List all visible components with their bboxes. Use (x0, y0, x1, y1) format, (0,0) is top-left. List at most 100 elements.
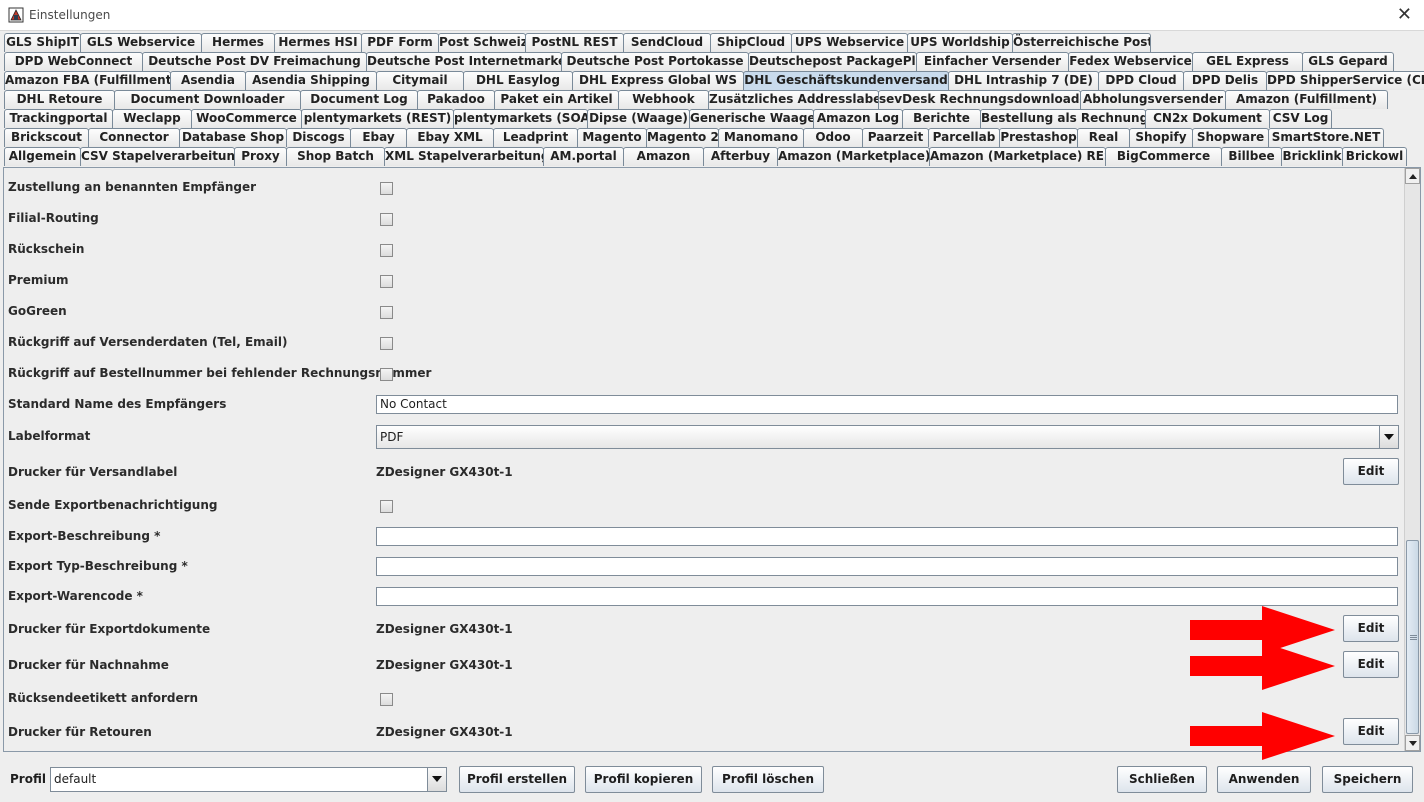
tab[interactable]: AM.portal (543, 147, 624, 166)
tab[interactable]: Leadprint (493, 128, 578, 147)
tab[interactable]: Abholungsversender (1080, 90, 1226, 109)
edit-versandlabel-printer-button[interactable]: Edit (1343, 458, 1399, 485)
tab[interactable]: Hermes HSI (274, 33, 362, 52)
tab[interactable]: DHL Geschäftskundenversand (743, 71, 949, 90)
vertical-scrollbar[interactable] (1404, 168, 1420, 751)
tab[interactable]: Connector (88, 128, 180, 147)
tab[interactable]: Zusätzliches Addresslabel (708, 90, 879, 109)
tab[interactable]: Asendia (170, 71, 246, 90)
tab[interactable]: Shop Batch (286, 147, 385, 166)
tab[interactable]: CSV Stapelverarbeitung (80, 147, 235, 166)
premium-checkbox[interactable] (380, 275, 393, 288)
tab[interactable]: Deutschepost PackagePlus (748, 52, 917, 71)
tab[interactable]: Proxy (234, 147, 287, 166)
dropdown-button[interactable] (1379, 426, 1398, 448)
tab[interactable]: Österreichische Post (1012, 33, 1151, 52)
anwenden-button[interactable]: Anwenden (1217, 766, 1311, 793)
tab[interactable]: GEL Express (1192, 52, 1303, 71)
scroll-down-button[interactable] (1405, 735, 1420, 751)
tab[interactable]: Deutsche Post Internetmarke (366, 52, 562, 71)
tab[interactable]: GLS Webservice (80, 33, 202, 52)
schliessen-button[interactable]: Schließen (1117, 766, 1207, 793)
tab[interactable]: SmartStore.NET (1268, 128, 1384, 147)
tab[interactable]: Ebay (350, 128, 407, 147)
tab[interactable]: Amazon Log (813, 109, 903, 128)
tab[interactable]: CSV Log (1269, 109, 1332, 128)
tab[interactable]: UPS Worldship (907, 33, 1013, 52)
tab[interactable]: Database Shop (179, 128, 287, 147)
tab[interactable]: Dipse (Waage) (587, 109, 690, 128)
ruecksendeetikett-checkbox[interactable] (380, 693, 393, 706)
tab[interactable]: Odoo (803, 128, 863, 147)
profil-select[interactable]: default (50, 767, 447, 792)
tab[interactable]: plentymarkets (SOAP) (453, 109, 588, 128)
tab[interactable]: Brickscout (4, 128, 89, 147)
tab[interactable]: Shopware (1192, 128, 1269, 147)
tab[interactable]: Generische Waage (689, 109, 814, 128)
tab[interactable]: DHL Easylog (463, 71, 573, 90)
export-typ-input[interactable] (376, 557, 1398, 576)
tab[interactable]: Document Log (300, 90, 418, 109)
speichern-button[interactable]: Speichern (1322, 766, 1413, 793)
tab[interactable]: Prestashop (999, 128, 1078, 147)
tab[interactable]: DHL Intraship 7 (DE) (948, 71, 1099, 90)
tab[interactable]: GLS Gepard (1302, 52, 1394, 71)
tab[interactable]: Allgemein (4, 147, 81, 166)
tab[interactable]: Ebay XML (406, 128, 494, 147)
tab[interactable]: Asendia Shipping (245, 71, 377, 90)
tab[interactable]: DPD ShipperService (CH) (1266, 71, 1424, 90)
tab[interactable]: Fedex Webservice (1068, 52, 1193, 71)
edit-retouren-printer-button[interactable]: Edit (1343, 718, 1399, 745)
tab[interactable]: DPD WebConnect (4, 52, 143, 71)
tab[interactable]: Post Schweiz (438, 33, 526, 52)
tab[interactable]: XML Stapelverarbeitung (384, 147, 544, 166)
tab[interactable]: BigCommerce (1105, 147, 1222, 166)
tab[interactable]: GLS ShipIT (4, 33, 81, 52)
tab[interactable]: Hermes (201, 33, 275, 52)
tab[interactable]: DHL Retoure (4, 90, 115, 109)
profil-kopieren-button[interactable]: Profil kopieren (585, 766, 702, 793)
tab[interactable]: Webhook (618, 90, 709, 109)
rueckgriff-tel-checkbox[interactable] (380, 337, 393, 350)
tab[interactable]: ShipCloud (710, 33, 792, 52)
labelformat-select[interactable]: PDF (376, 425, 1399, 449)
tab[interactable]: Amazon (Marketplace) (777, 147, 930, 166)
edit-export-printer-button[interactable]: Edit (1343, 615, 1399, 642)
tab[interactable]: Weclapp (112, 109, 192, 128)
tab[interactable]: Real (1077, 128, 1130, 147)
tab[interactable]: Bricklink (1281, 147, 1343, 166)
tab[interactable]: Amazon FBA (Fulfillment) (4, 71, 171, 90)
rueckschein-checkbox[interactable] (380, 244, 393, 257)
tab[interactable]: PostNL REST (525, 33, 624, 52)
edit-nachnahme-printer-button[interactable]: Edit (1343, 651, 1399, 678)
tab[interactable]: Paarzeit (862, 128, 929, 147)
tab[interactable]: plentymarkets (REST) (301, 109, 454, 128)
tab[interactable]: DPD Cloud (1098, 71, 1184, 90)
tab[interactable]: PDF Form (361, 33, 439, 52)
tab[interactable]: Afterbuy (703, 147, 778, 166)
profil-erstellen-button[interactable]: Profil erstellen (459, 766, 575, 793)
dropdown-button[interactable] (427, 768, 446, 791)
tab[interactable]: Paket ein Artikel (494, 90, 619, 109)
tab[interactable]: Brickowl (1342, 147, 1407, 166)
tab[interactable]: Billbee (1221, 147, 1282, 166)
export-warencode-input[interactable] (376, 587, 1398, 606)
tab[interactable]: DPD Delis (1183, 71, 1267, 90)
zustellung-checkbox[interactable] (380, 182, 393, 195)
filial-routing-checkbox[interactable] (380, 213, 393, 226)
tab[interactable]: Discogs (286, 128, 351, 147)
rueckgriff-bestellnummer-checkbox[interactable] (380, 368, 393, 381)
tab[interactable]: Manomano (718, 128, 804, 147)
scroll-thumb[interactable] (1406, 540, 1419, 734)
tab[interactable]: Amazon (Fulfillment) (1225, 90, 1388, 109)
tab[interactable]: Trackingportal (4, 109, 113, 128)
tab[interactable]: Magento (577, 128, 647, 147)
tab[interactable]: Deutsche Post DV Freimachung (142, 52, 367, 71)
sende-export-checkbox[interactable] (380, 500, 393, 513)
tab[interactable]: Citymail (376, 71, 464, 90)
tab[interactable]: Document Downloader (114, 90, 301, 109)
profil-loeschen-button[interactable]: Profil löschen (712, 766, 824, 793)
tab[interactable]: Parcellab (928, 128, 1000, 147)
scroll-up-button[interactable] (1405, 168, 1420, 184)
tab[interactable]: Berichte (902, 109, 981, 128)
